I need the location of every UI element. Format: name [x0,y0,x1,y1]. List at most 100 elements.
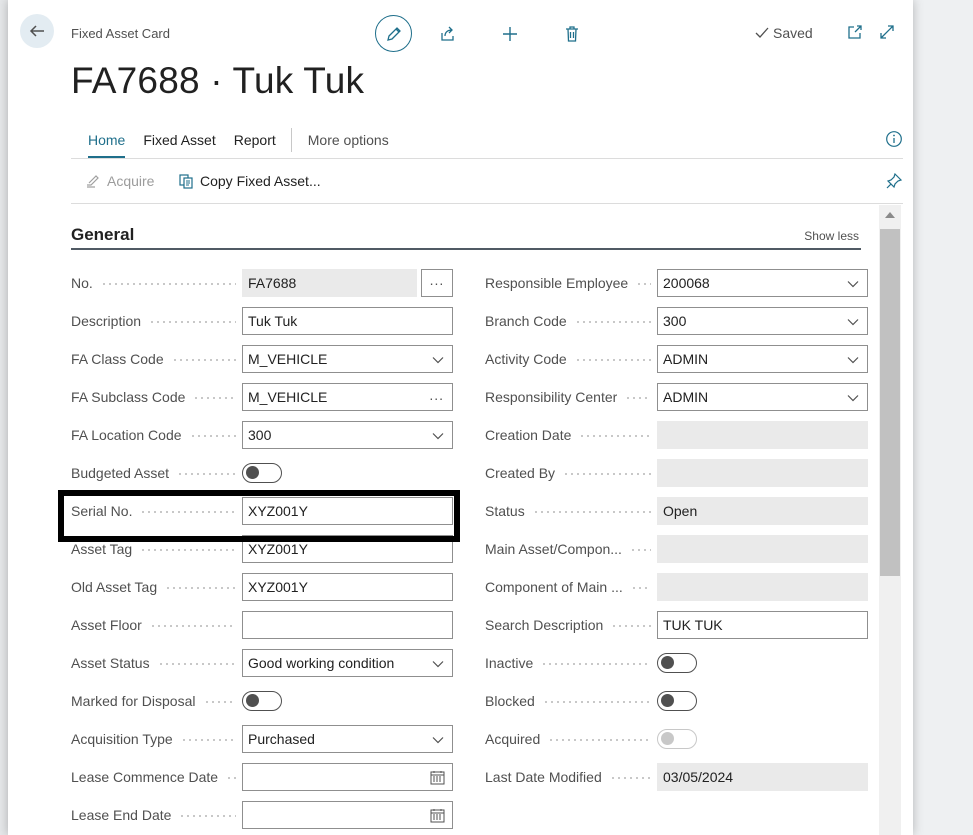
asset-tag-input[interactable]: XYZ001Y [242,535,453,563]
fa-subclass-code-input[interactable]: M_VEHICLE... [242,383,453,411]
copy-fixed-asset-button[interactable]: Copy Fixed Asset... [178,173,321,189]
leader-dots [157,663,236,665]
chevron-down-icon [432,661,444,668]
leader-dots [189,435,236,437]
toggle-knob [661,656,674,669]
delete-button[interactable] [560,22,584,46]
tab-more-options[interactable]: More options [308,128,389,158]
tab-home[interactable]: Home [88,128,126,158]
vertical-scrollbar[interactable] [879,205,901,835]
ellipsis-icon[interactable]: ... [429,388,444,402]
inactive-toggle[interactable] [657,653,697,673]
field-value: TUK TUK [663,617,723,633]
old-asset-tag-input[interactable]: XYZ001Y [242,573,453,601]
field-value: M_VEHICLE [248,351,328,367]
arrow-left-icon [29,25,44,37]
pencil-icon [386,26,401,41]
open-new-window-icon[interactable] [846,23,864,41]
lease-commence-date-input[interactable] [242,763,453,791]
leader-dots [171,359,236,361]
field-label: Marked for Disposal [71,693,196,709]
toggle-knob [661,694,674,707]
saved-status: Saved [754,25,813,41]
fa-location-code-input[interactable]: 300 [242,421,453,449]
calendar-icon[interactable] [430,808,445,823]
asset-status-input[interactable]: Good working condition [242,649,453,677]
leader-dots [542,701,651,703]
field-label: Serial No. [71,503,133,519]
responsible-employee-input[interactable]: 200068 [657,269,868,297]
branch-code-input[interactable]: 300 [657,307,868,335]
field-old-asset-tag: Old Asset Tag XYZ001Y [71,573,453,605]
copy-fixed-asset-label: Copy Fixed Asset... [200,173,321,189]
tab-report[interactable]: Report [234,128,276,158]
chevron-down-icon [432,357,444,364]
field-label: FA Class Code [71,351,164,367]
edit-button[interactable] [375,15,412,52]
field-label: Branch Code [485,313,567,329]
description-input[interactable]: Tuk Tuk [242,307,453,335]
acquisition-type-input[interactable]: Purchased [242,725,453,753]
field-label: Lease End Date [71,807,172,823]
fixed-asset-card-page: Fixed Asset Card Saved FA7688 · Tuk Tuk … [8,0,913,835]
field-label: Component of Main ... [485,579,623,595]
responsibility-center-input[interactable]: ADMIN [657,383,868,411]
field-label: Creation Date [485,427,572,443]
field-main-asset-compon: Main Asset/Compon... [485,535,868,567]
calendar-icon[interactable] [430,770,445,785]
field-label: Activity Code [485,351,567,367]
budgeted-asset-toggle[interactable] [242,463,282,483]
expand-icon[interactable] [878,23,896,41]
field-fa-location-code: FA Location Code 300 [71,421,453,453]
scroll-up-arrow[interactable] [885,212,895,218]
show-less-link[interactable]: Show less [804,229,859,243]
search-description-input[interactable]: TUK TUK [657,611,868,639]
marked-for-disposal-toggle[interactable] [242,691,282,711]
field-search-description: Search Description TUK TUK [485,611,868,643]
chevron-down-icon [847,395,859,402]
fa-class-code-input[interactable]: M_VEHICLE [242,345,453,373]
serial-no-input[interactable]: XYZ001Y [242,497,453,525]
info-icon[interactable] [885,130,903,148]
assist-edit-button[interactable]: ... [421,269,453,297]
blocked-toggle[interactable] [657,691,697,711]
action-bar: Acquire Copy Fixed Asset... [71,160,903,204]
field-label: Responsible Employee [485,275,629,291]
share-button[interactable] [436,22,460,46]
field-label: Asset Tag [71,541,133,557]
page-title: FA7688 · Tuk Tuk [71,60,365,101]
section-title[interactable]: General [71,225,134,245]
field-label: Asset Status [71,655,150,671]
field-marked-for-disposal: Marked for Disposal [71,687,453,719]
back-button[interactable] [20,14,54,48]
new-button[interactable] [498,22,522,46]
no-value: FA7688 [242,269,417,297]
field-label: Responsibility Center [485,389,618,405]
field-label: FA Subclass Code [71,389,186,405]
scroll-thumb[interactable] [880,229,900,576]
field-budgeted-asset: Budgeted Asset [71,459,453,491]
field-responsibility-center: Responsibility Center ADMIN [485,383,868,415]
check-icon [755,27,769,38]
top-action-bar [375,15,584,52]
leader-dots [636,283,651,285]
field-lease-commence-date: Lease Commence Date [71,763,453,795]
pin-icon[interactable] [885,172,903,190]
leader-dots [548,739,651,741]
creation-date-input [657,421,868,449]
share-icon [441,26,454,41]
tab-fixed-asset[interactable]: Fixed Asset [143,128,215,158]
acquire-button[interactable]: Acquire [85,173,154,189]
leader-dots [625,397,651,399]
field-status: Status Open [485,497,868,529]
leader-dots [629,549,651,551]
field-acquisition-type: Acquisition Type Purchased [71,725,453,757]
lease-end-date-input[interactable] [242,801,453,829]
leader-dots [574,321,651,323]
chevron-down-icon [847,281,859,288]
field-description: Description Tuk Tuk [71,307,453,339]
field-fa-subclass-code: FA Subclass Code M_VEHICLE... [71,383,453,415]
activity-code-input[interactable]: ADMIN [657,345,868,373]
acquire-label: Acquire [107,173,155,189]
asset-floor-input[interactable] [242,611,453,639]
